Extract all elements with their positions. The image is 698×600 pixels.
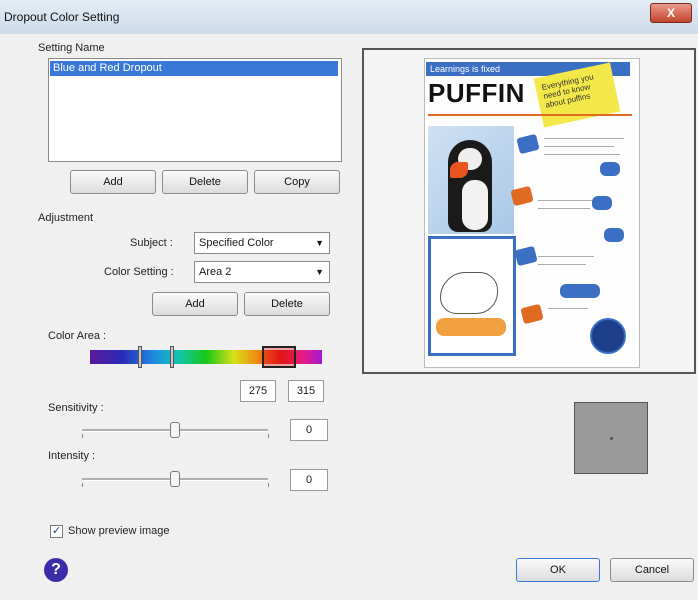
adjustment-label: Adjustment — [38, 212, 94, 224]
close-button[interactable]: X — [650, 3, 692, 23]
setting-name-label: Setting Name — [38, 42, 105, 54]
preview-puffin-circle — [590, 318, 626, 354]
color-setting-select-value: Area 2 — [199, 266, 232, 278]
sensitivity-field[interactable]: 0 — [290, 419, 328, 441]
window-title: Dropout Color Setting — [4, 10, 120, 24]
color-sample-swatch — [574, 402, 648, 474]
delete-setting-button[interactable]: Delete — [162, 170, 248, 194]
preview-title: PUFFIN — [428, 78, 525, 108]
sketch-bird-drawing — [440, 272, 498, 314]
help-icon[interactable]: ? — [44, 558, 68, 582]
preview-divider — [428, 114, 632, 116]
preview-text-line — [544, 154, 620, 155]
sensitivity-slider-thumb[interactable] — [170, 422, 180, 438]
sketch-rock-drawing — [436, 318, 506, 336]
preview-text-line — [548, 308, 588, 309]
preview-text-line — [544, 146, 614, 147]
title-bar[interactable]: Dropout Color Setting X — [0, 0, 698, 34]
preview-text-line — [538, 200, 598, 201]
show-preview-checkbox[interactable]: ✓ — [50, 525, 63, 538]
subject-label: Subject : — [130, 237, 173, 249]
spectrum-marker[interactable] — [138, 346, 142, 368]
chevron-down-icon: ▼ — [315, 238, 324, 248]
subject-select-value: Specified Color — [199, 237, 274, 249]
slider-tick — [82, 434, 83, 438]
intensity-label: Intensity : — [48, 450, 96, 462]
preview-illustration — [592, 196, 612, 210]
puffin-beak-shape — [450, 162, 468, 178]
delete-area-button[interactable]: Delete — [244, 292, 330, 316]
preview-illustration — [604, 228, 624, 242]
preview-illustration — [560, 284, 600, 298]
show-preview-label: Show preview image — [68, 525, 170, 537]
preview-text-line — [538, 208, 590, 209]
selected-color-range[interactable] — [262, 346, 296, 368]
slider-tick — [268, 434, 269, 438]
cancel-button[interactable]: Cancel — [610, 558, 694, 582]
color-setting-label: Color Setting : — [104, 266, 174, 278]
subject-select[interactable]: Specified Color ▼ — [194, 232, 330, 254]
slider-tick — [268, 483, 269, 487]
color-area-start-field[interactable]: 275 — [240, 380, 276, 402]
puffin-photo — [428, 126, 514, 234]
preview-text-line — [544, 138, 624, 139]
copy-setting-button[interactable]: Copy — [254, 170, 340, 194]
preview-text-line — [538, 264, 586, 265]
spectrum-marker[interactable] — [170, 346, 174, 368]
dialog-window: Dropout Color Setting X Setting Name Blu… — [0, 0, 698, 600]
preview-illustration — [600, 162, 620, 176]
intensity-field[interactable]: 0 — [290, 469, 328, 491]
sensitivity-label: Sensitivity : — [48, 402, 104, 414]
color-area-label: Color Area : — [48, 330, 107, 342]
swatch-dot — [610, 437, 613, 440]
intensity-slider-thumb[interactable] — [170, 471, 180, 487]
preview-text-line — [538, 256, 594, 257]
ok-button[interactable]: OK — [516, 558, 600, 582]
chevron-down-icon: ▼ — [315, 267, 324, 277]
color-area-end-field[interactable]: 315 — [288, 380, 324, 402]
slider-tick — [82, 483, 83, 487]
add-area-button[interactable]: Add — [152, 292, 238, 316]
add-setting-button[interactable]: Add — [70, 170, 156, 194]
color-spectrum-bar[interactable] — [90, 346, 322, 368]
list-item[interactable]: Blue and Red Dropout — [50, 61, 338, 76]
setting-name-list[interactable]: Blue and Red Dropout — [48, 58, 342, 162]
puffin-chest-shape — [462, 180, 488, 230]
color-setting-select[interactable]: Area 2 ▼ — [194, 261, 330, 283]
